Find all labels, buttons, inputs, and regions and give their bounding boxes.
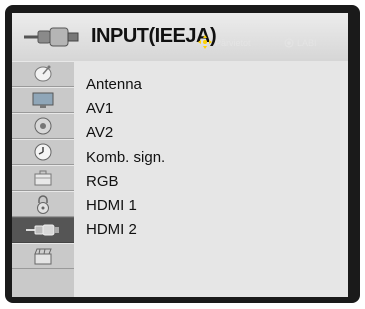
sidebar-item-option[interactable] [12,165,74,191]
toolbox-icon [34,170,52,186]
sidebar [12,61,74,297]
ok-hint: LABI [297,38,317,48]
navigate-arrows-icon [198,35,212,49]
lock-icon [37,195,49,214]
input-list: Antenna AV1 AV2 Komb. sign. RGB HDMI 1 H… [74,61,348,297]
sidebar-item-setup[interactable] [12,61,74,87]
navigate-hint: Pārvietot [215,38,251,48]
list-item[interactable]: HDMI 1 [86,197,137,214]
satellite-dish-icon [34,65,52,82]
list-item[interactable]: Antenna [86,76,142,93]
input-cable-icon [24,27,79,47]
list-item[interactable]: AV1 [86,100,113,117]
menu-header: INPUT(IEEJA) Pārvietot LABI [12,13,348,62]
sidebar-item-usb[interactable] [12,243,74,269]
list-item[interactable]: RGB [86,173,119,190]
sidebar-item-audio[interactable] [12,113,74,139]
input-cable-icon [26,224,59,236]
clapperboard-icon [34,248,52,265]
list-item[interactable]: HDMI 2 [86,221,137,238]
monitor-icon [32,92,54,108]
ok-button-icon [284,38,294,48]
sidebar-item-time[interactable] [12,139,74,165]
list-item[interactable]: Komb. sign. [86,149,165,166]
list-item[interactable]: AV2 [86,124,113,141]
sidebar-item-picture[interactable] [12,87,74,113]
sidebar-item-input[interactable] [12,217,74,243]
clock-icon [34,143,52,161]
speaker-icon [34,117,52,135]
sidebar-item-lock[interactable] [12,191,74,217]
